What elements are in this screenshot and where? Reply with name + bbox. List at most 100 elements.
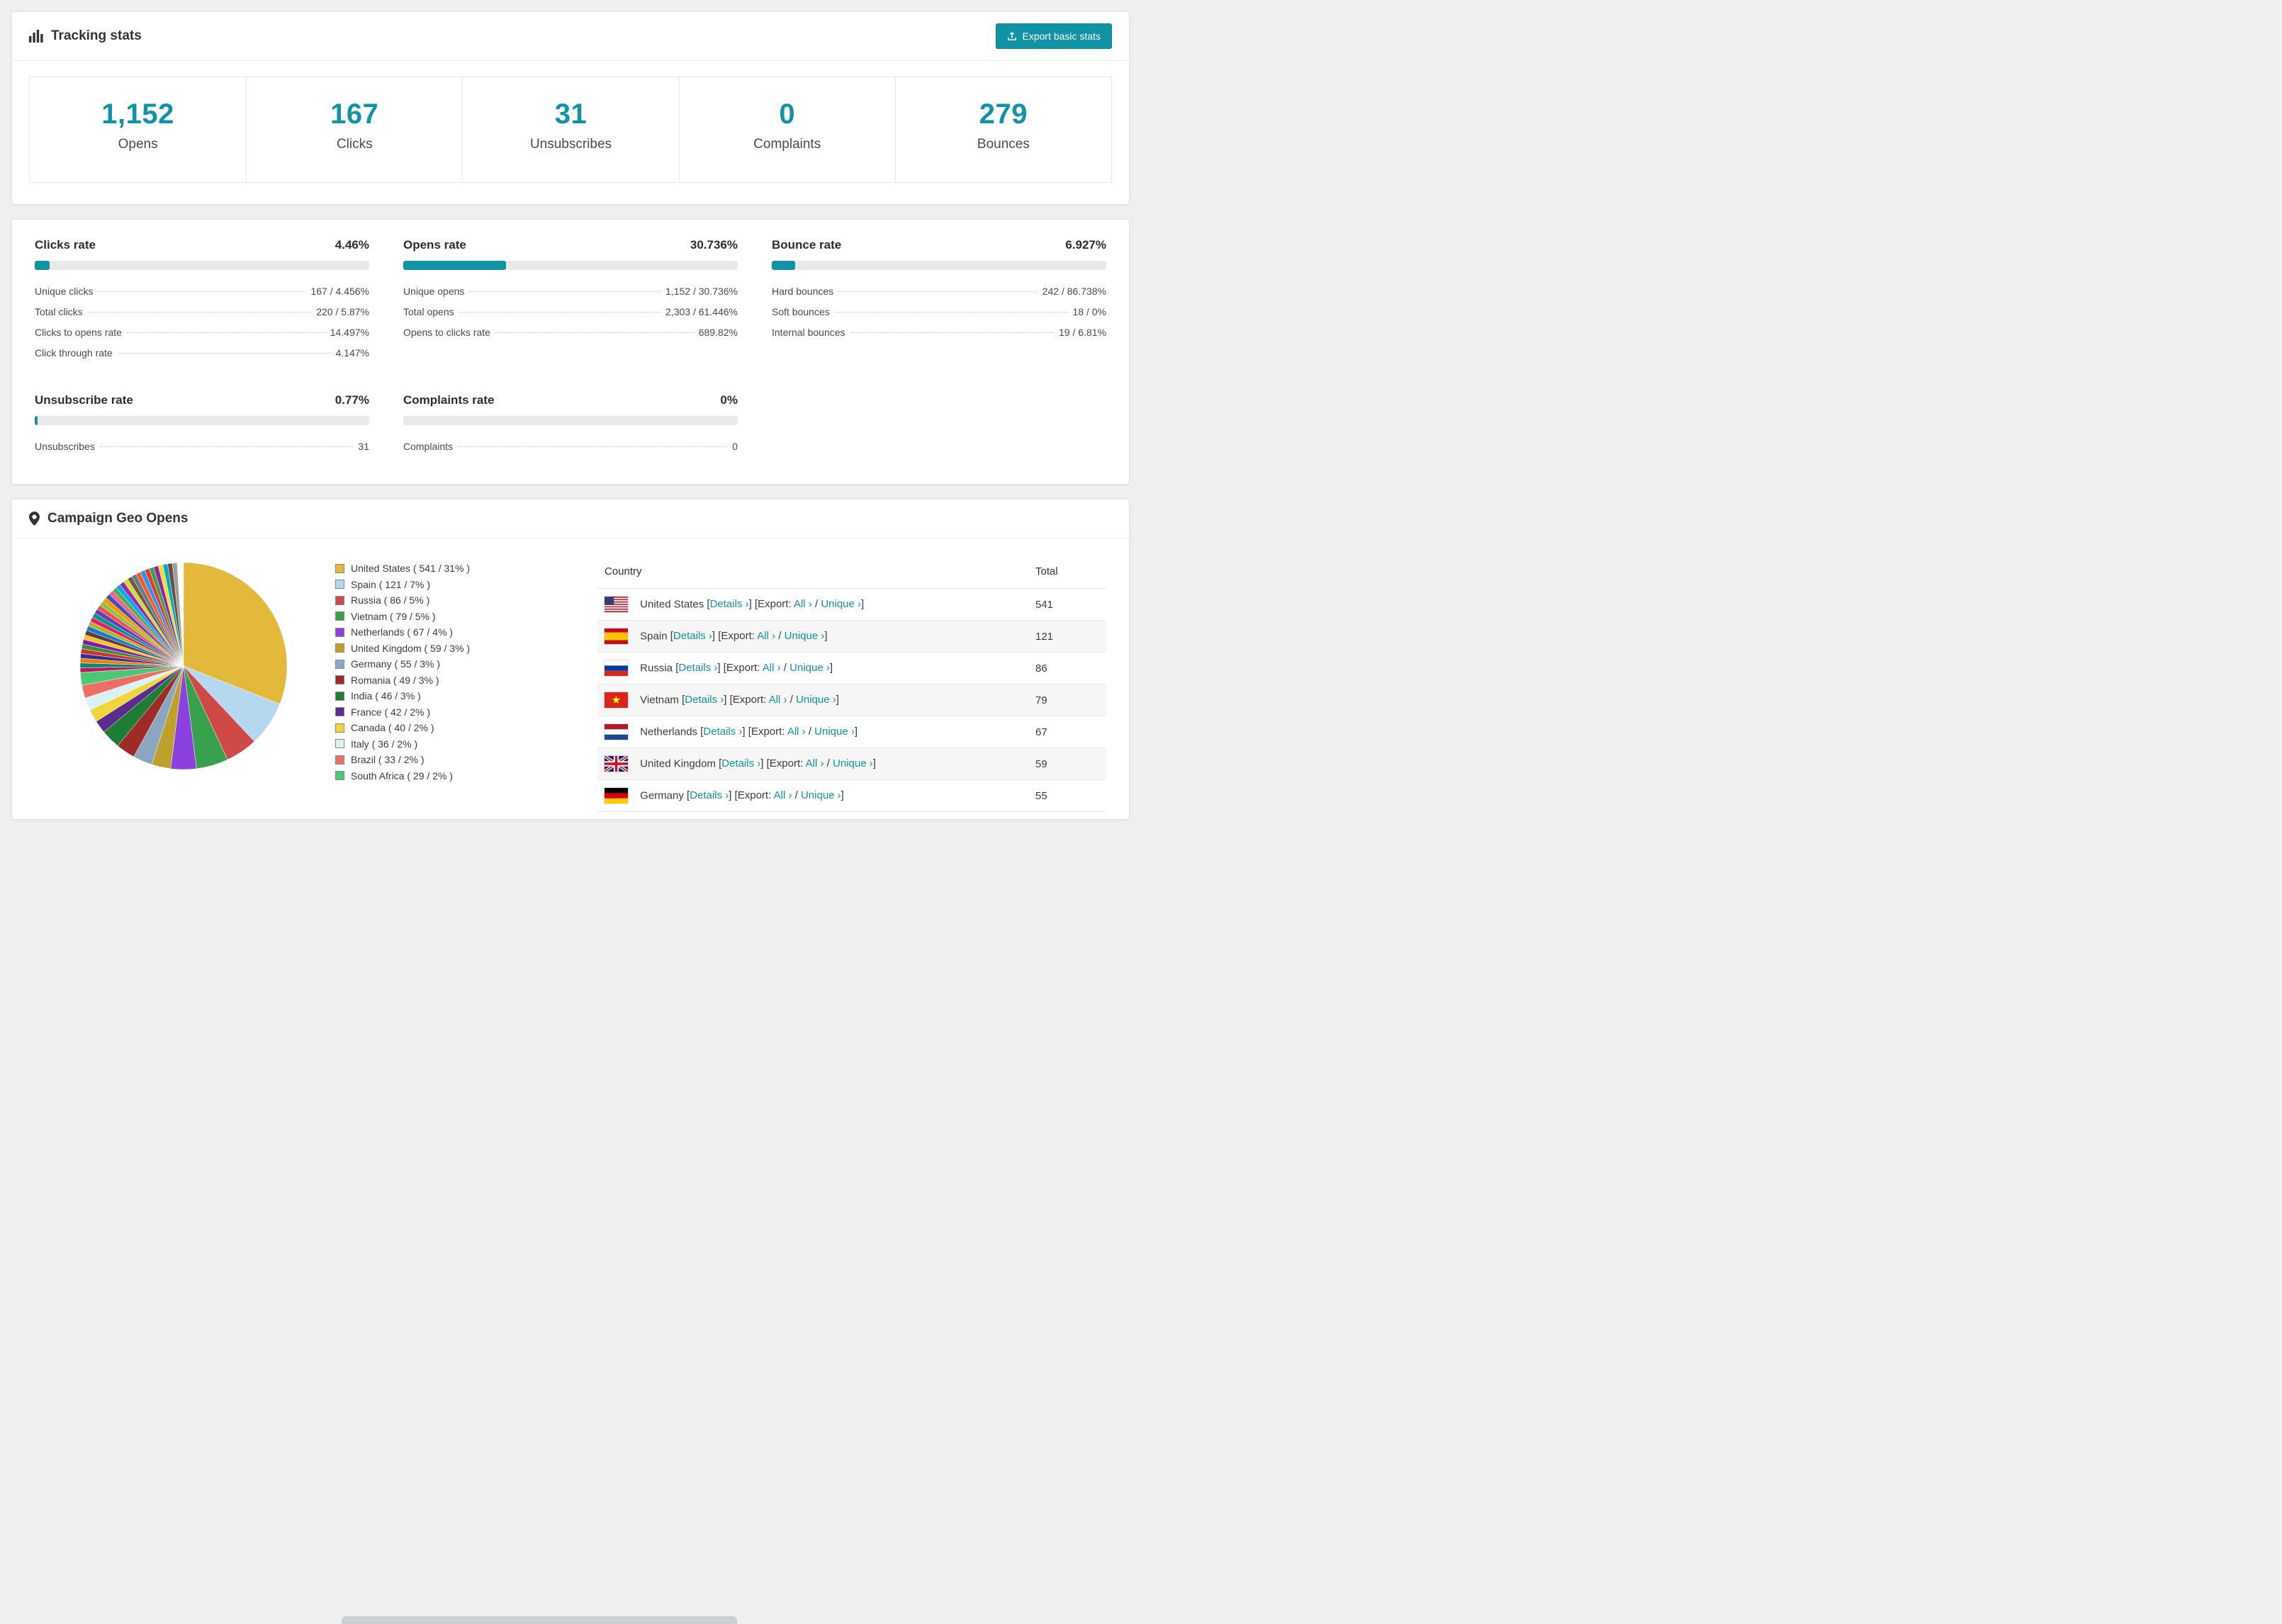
export-unique-link[interactable]: Unique › [821, 598, 861, 610]
country-flag-icon [605, 756, 628, 772]
details-link[interactable]: Details › [673, 630, 712, 642]
country-flag-icon [605, 597, 628, 612]
export-static-label: Export: [726, 661, 760, 674]
rate-progress-bar [772, 261, 1106, 270]
export-unique-link[interactable]: Unique › [785, 630, 825, 642]
export-unique-link[interactable]: Unique › [801, 789, 841, 801]
bracket-close: ] [861, 597, 865, 610]
geo-table-body: United States [Details ›] [Export: All ›… [597, 588, 1106, 812]
geo-table-wrap: Country Total United States [Details ›] … [597, 557, 1106, 812]
export-unique-link[interactable]: Unique › [814, 726, 855, 738]
metric-value: 167 / 4.456% [310, 286, 369, 297]
details-link[interactable]: Details › [721, 757, 760, 769]
country-name: United Kingdom [640, 757, 719, 770]
export-all-link[interactable]: All › [794, 598, 812, 610]
legend-label: United Kingdom ( 59 / 3% ) [351, 642, 471, 654]
rate-title: Complaints rate [403, 393, 495, 407]
legend-swatch [335, 755, 344, 765]
legend-item[interactable]: Canada ( 40 / 2% ) [335, 722, 569, 733]
metric-row: Click through rate 4.147% [35, 343, 369, 363]
legend-item[interactable]: Russia ( 86 / 5% ) [335, 594, 569, 606]
legend-swatch [335, 675, 344, 684]
rate-value: 30.736% [690, 238, 738, 252]
table-row: United Kingdom [Details ›] [Export: All … [597, 748, 1106, 780]
geo-table: Country Total United States [Details ›] … [597, 557, 1106, 812]
stat-box: 1,152 Opens [30, 77, 246, 182]
rate-title: Bounce rate [772, 238, 842, 252]
bracket-mid: ] [ [712, 629, 721, 642]
metric-row: Clicks to opens rate 14.497% [35, 322, 369, 343]
legend-item[interactable]: South Africa ( 29 / 2% ) [335, 770, 569, 782]
details-link[interactable]: Details › [690, 789, 729, 801]
legend-item[interactable]: Germany ( 55 / 3% ) [335, 658, 569, 670]
legend-swatch [335, 659, 344, 669]
table-row: Germany [Details ›] [Export: All › / Uni… [597, 779, 1106, 812]
legend-swatch [335, 580, 344, 589]
metric-row: Total opens 2,303 / 61.446% [403, 302, 738, 322]
rate-progress-bar [403, 261, 738, 270]
export-all-link[interactable]: All › [806, 757, 824, 769]
rate-progress-bar [403, 416, 738, 425]
export-unique-link[interactable]: Unique › [833, 757, 873, 769]
export-all-link[interactable]: All › [769, 694, 787, 706]
geo-pie-wrap [77, 560, 290, 772]
export-unique-link[interactable]: Unique › [789, 662, 830, 674]
export-all-link[interactable]: All › [774, 789, 792, 801]
export-all-link[interactable]: All › [763, 662, 781, 674]
export-icon [1007, 31, 1017, 41]
legend-item[interactable]: Brazil ( 33 / 2% ) [335, 754, 569, 765]
bracket-close: ] [829, 661, 833, 674]
legend-item[interactable]: Romania ( 49 / 3% ) [335, 675, 569, 686]
details-link[interactable]: Details › [703, 726, 742, 738]
export-all-link[interactable]: All › [757, 630, 775, 642]
table-row: Vietnam [Details ›] [Export: All › / Uni… [597, 684, 1106, 716]
geo-opens-title: Campaign Geo Opens [47, 511, 189, 526]
export-static-label: Export: [758, 597, 792, 610]
legend-item[interactable]: Italy ( 36 / 2% ) [335, 738, 569, 750]
legend-item[interactable]: United States ( 541 / 31% ) [335, 563, 569, 574]
tracking-stats-header: Tracking stats Export basic stats [12, 12, 1129, 61]
legend-item[interactable]: Netherlands ( 67 / 4% ) [335, 626, 569, 638]
country-total: 121 [1028, 620, 1106, 653]
stat-label: Unsubscribes [529, 137, 612, 152]
legend-item[interactable]: Vietnam ( 79 / 5% ) [335, 611, 569, 622]
country-name: Germany [640, 789, 687, 802]
bracket-close: ] [841, 789, 844, 801]
legend-label: India ( 46 / 3% ) [351, 690, 421, 701]
link-separator: / [824, 757, 833, 769]
table-row: Spain [Details ›] [Export: All › / Uniqu… [597, 620, 1106, 653]
country-total: 67 [1028, 716, 1106, 748]
metric-row: Total clicks 220 / 5.87% [35, 302, 369, 322]
legend-label: Russia ( 86 / 5% ) [351, 594, 430, 606]
details-link[interactable]: Details › [685, 694, 724, 706]
country-total: 86 [1028, 652, 1106, 684]
export-basic-stats-button[interactable]: Export basic stats [995, 23, 1112, 49]
export-static-label: Export: [737, 789, 772, 801]
dotted-leader [458, 446, 728, 447]
rate-progress-bar [35, 416, 369, 425]
rate-panel: Bounce rate 6.927% Hard bounces 242 / 86… [772, 238, 1106, 363]
rate-progress-fill [35, 261, 50, 270]
legend-swatch [335, 595, 344, 605]
export-unique-link[interactable]: Unique › [796, 694, 836, 706]
rate-value: 0% [720, 393, 738, 407]
metric-label: Opens to clicks rate [403, 327, 490, 338]
dotted-leader [469, 291, 661, 292]
details-link[interactable]: Details › [678, 662, 717, 674]
metric-row: Complaints 0 [403, 436, 738, 457]
horizontal-scrollbar-thumb[interactable] [342, 1616, 737, 1624]
rate-progress-bar [35, 261, 369, 270]
export-all-link[interactable]: All › [787, 726, 806, 738]
stat-value: 31 [554, 98, 588, 130]
legend-item[interactable]: Spain ( 121 / 7% ) [335, 579, 569, 590]
details-link[interactable]: Details › [710, 598, 749, 610]
legend-item[interactable]: India ( 46 / 3% ) [335, 690, 569, 701]
country-total: 59 [1028, 748, 1106, 780]
legend-item[interactable]: France ( 42 / 2% ) [335, 706, 569, 718]
legend-label: Italy ( 36 / 2% ) [351, 738, 418, 750]
dotted-leader [126, 332, 325, 333]
country-flag-icon [605, 660, 628, 676]
legend-swatch [335, 707, 344, 716]
legend-item[interactable]: United Kingdom ( 59 / 3% ) [335, 643, 569, 654]
dotted-leader [838, 291, 1038, 292]
